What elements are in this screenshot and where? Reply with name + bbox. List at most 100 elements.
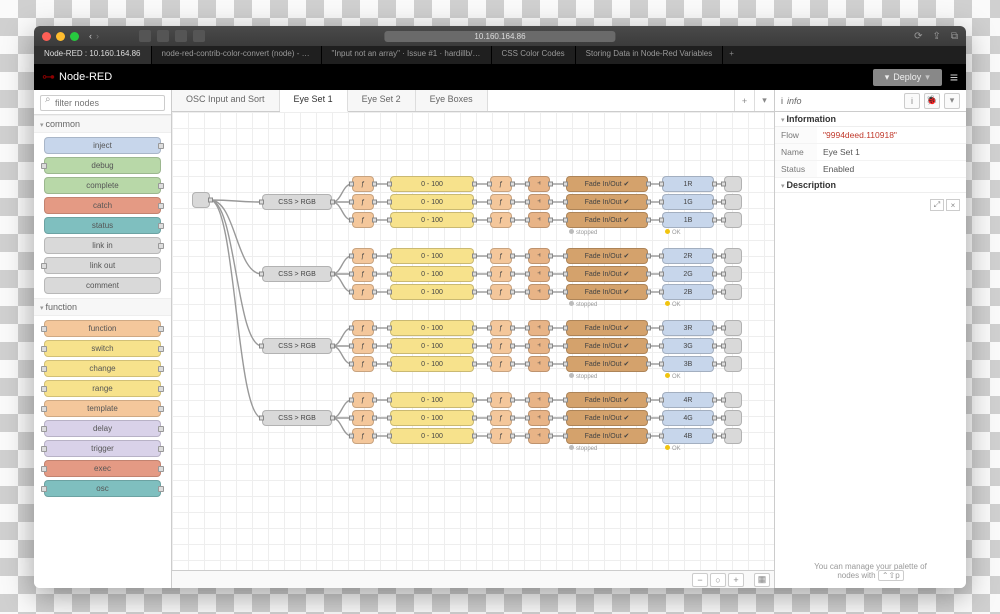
- output-node[interactable]: 4G: [662, 410, 714, 426]
- split-node[interactable]: ⫞: [528, 410, 550, 426]
- fade-node[interactable]: Fade In/Out ✔: [566, 194, 648, 210]
- split-node[interactable]: ⫞: [528, 194, 550, 210]
- workspace-tab[interactable]: Eye Set 1: [280, 90, 348, 112]
- info-btn-debug[interactable]: 🐞: [924, 93, 940, 109]
- info-section-description[interactable]: Description: [775, 178, 966, 193]
- function-node[interactable]: ƒ: [490, 428, 512, 444]
- output-node[interactable]: 4BOK: [662, 428, 714, 444]
- palette-node-comment[interactable]: comment: [44, 277, 161, 294]
- browser-tab[interactable]: Node-RED : 10.160.164.86: [34, 46, 152, 64]
- hamburger-icon[interactable]: ≡: [950, 69, 958, 85]
- share-icon[interactable]: ⇪: [932, 31, 940, 42]
- info-btn-more[interactable]: ▾: [944, 93, 960, 109]
- fade-node[interactable]: Fade In/Out ✔: [566, 176, 648, 192]
- split-node[interactable]: ⫞: [528, 428, 550, 444]
- function-node[interactable]: ƒ: [490, 176, 512, 192]
- split-node[interactable]: ⫞: [528, 248, 550, 264]
- split-node[interactable]: ⫞: [528, 338, 550, 354]
- palette-node-change[interactable]: change: [44, 360, 161, 377]
- browser-tab[interactable]: CSS Color Codes: [492, 46, 576, 64]
- browser-tab[interactable]: "Input not an array" · Issue #1 · hardil…: [322, 46, 492, 64]
- palette-node-status[interactable]: status: [44, 217, 161, 234]
- flow-canvas[interactable]: CSS > RGB ƒ 0 - 100 ƒ ⫞ Fade In/Out ✔ 1R ƒ 0 - 1…: [172, 112, 774, 570]
- function-node[interactable]: ƒ: [352, 410, 374, 426]
- palette-node-template[interactable]: template: [44, 400, 161, 417]
- range-node[interactable]: 0 - 100: [390, 212, 474, 228]
- palette-category-function[interactable]: function: [34, 298, 171, 316]
- workspace-tab[interactable]: Eye Boxes: [416, 90, 488, 111]
- link-out-node[interactable]: [724, 176, 742, 192]
- output-node[interactable]: 2BOK: [662, 284, 714, 300]
- link-out-node[interactable]: [724, 212, 742, 228]
- function-node[interactable]: ƒ: [352, 392, 374, 408]
- palette-node-link-out[interactable]: link out: [44, 257, 161, 274]
- range-node[interactable]: 0 - 100: [390, 428, 474, 444]
- palette-node-catch[interactable]: catch: [44, 197, 161, 214]
- output-node[interactable]: 1G: [662, 194, 714, 210]
- address-bar[interactable]: 10.160.164.86: [384, 31, 615, 42]
- info-section-information[interactable]: Information: [775, 112, 966, 127]
- navigator-button[interactable]: ▦: [754, 573, 770, 587]
- output-node[interactable]: 1R: [662, 176, 714, 192]
- range-node[interactable]: 0 - 100: [390, 338, 474, 354]
- output-node[interactable]: 4R: [662, 392, 714, 408]
- workspace-add-button[interactable]: +: [734, 90, 754, 111]
- function-node[interactable]: ƒ: [490, 248, 512, 264]
- range-node[interactable]: 0 - 100: [390, 284, 474, 300]
- split-node[interactable]: ⫞: [528, 212, 550, 228]
- workspace-tab[interactable]: OSC Input and Sort: [172, 90, 280, 111]
- palette-filter-input[interactable]: [40, 95, 165, 111]
- palette-node-trigger[interactable]: trigger: [44, 440, 161, 457]
- zoom-out-button[interactable]: −: [692, 573, 708, 587]
- split-node[interactable]: ⫞: [528, 176, 550, 192]
- browser-tab[interactable]: Storing Data in Node-Red Variables: [576, 46, 724, 64]
- link-out-node[interactable]: [724, 266, 742, 282]
- function-node[interactable]: ƒ: [352, 320, 374, 336]
- css-rgb-node[interactable]: CSS > RGB: [262, 266, 332, 282]
- zoom-reset-button[interactable]: ○: [710, 573, 726, 587]
- zoom-icon[interactable]: [70, 32, 79, 41]
- split-node[interactable]: ⫞: [528, 266, 550, 282]
- function-node[interactable]: ƒ: [352, 266, 374, 282]
- output-node[interactable]: 3R: [662, 320, 714, 336]
- function-node[interactable]: ƒ: [352, 212, 374, 228]
- function-node[interactable]: ƒ: [352, 284, 374, 300]
- range-node[interactable]: 0 - 100: [390, 320, 474, 336]
- split-node[interactable]: ⫞: [528, 284, 550, 300]
- fade-node[interactable]: Fade In/Out ✔stopped: [566, 212, 648, 228]
- zoom-in-button[interactable]: +: [728, 573, 744, 587]
- range-node[interactable]: 0 - 100: [390, 266, 474, 282]
- nav-back-icon[interactable]: ‹: [89, 31, 92, 41]
- palette-node-delay[interactable]: delay: [44, 420, 161, 437]
- range-node[interactable]: 0 - 100: [390, 176, 474, 192]
- link-out-node[interactable]: [724, 428, 742, 444]
- output-node[interactable]: 2R: [662, 248, 714, 264]
- output-node[interactable]: 3G: [662, 338, 714, 354]
- function-node[interactable]: ƒ: [490, 410, 512, 426]
- split-node[interactable]: ⫞: [528, 356, 550, 372]
- output-node[interactable]: 2G: [662, 266, 714, 282]
- css-rgb-node[interactable]: CSS > RGB: [262, 338, 332, 354]
- function-node[interactable]: ƒ: [490, 194, 512, 210]
- function-node[interactable]: ƒ: [352, 176, 374, 192]
- split-node[interactable]: ⫞: [528, 320, 550, 336]
- function-node[interactable]: ƒ: [490, 212, 512, 228]
- link-out-node[interactable]: [724, 320, 742, 336]
- css-rgb-node[interactable]: CSS > RGB: [262, 194, 332, 210]
- palette-node-osc[interactable]: osc: [44, 480, 161, 497]
- minimize-icon[interactable]: [56, 32, 65, 41]
- range-node[interactable]: 0 - 100: [390, 392, 474, 408]
- output-node[interactable]: 3BOK: [662, 356, 714, 372]
- fade-node[interactable]: Fade In/Out ✔: [566, 266, 648, 282]
- function-node[interactable]: ƒ: [490, 320, 512, 336]
- function-node[interactable]: ƒ: [490, 338, 512, 354]
- palette-category-common[interactable]: common: [34, 115, 171, 133]
- range-node[interactable]: 0 - 100: [390, 356, 474, 372]
- function-node[interactable]: ƒ: [490, 392, 512, 408]
- palette-node-link-in[interactable]: link in: [44, 237, 161, 254]
- info-tab-label[interactable]: info: [787, 96, 802, 106]
- desc-close-button[interactable]: ×: [946, 199, 960, 211]
- link-out-node[interactable]: [724, 284, 742, 300]
- reload-icon[interactable]: ⟳: [914, 31, 922, 42]
- css-rgb-node[interactable]: CSS > RGB: [262, 410, 332, 426]
